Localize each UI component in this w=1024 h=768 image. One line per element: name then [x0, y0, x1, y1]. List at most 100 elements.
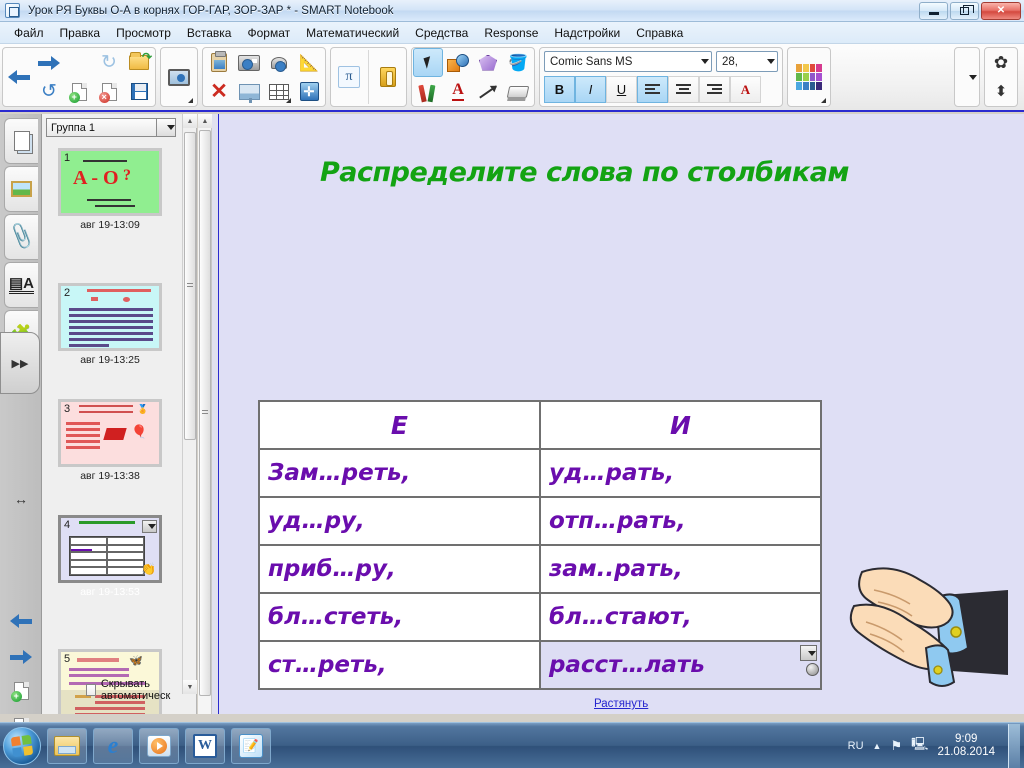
menu-insert[interactable]: Вставка: [179, 24, 240, 42]
menu-view[interactable]: Просмотр: [108, 24, 179, 42]
rail-add-page-button[interactable]: +: [6, 676, 36, 706]
flag-icon[interactable]: ⚑: [890, 738, 902, 754]
menu-format[interactable]: Формат: [239, 24, 298, 42]
eraser-tool-button[interactable]: [503, 77, 533, 106]
page-thumbnail-2[interactable]: 2 авг 19-13:25: [58, 283, 162, 366]
stretch-link[interactable]: Растянуть: [594, 698, 648, 710]
group-select-chevron[interactable]: [156, 119, 175, 136]
next-page-button[interactable]: [6, 642, 36, 672]
page-thumbnail-3[interactable]: 3 🏅 🎈 авг 19-13:38: [58, 399, 162, 482]
delete-button[interactable]: ✕: [204, 77, 234, 106]
page-thumbnail-1[interactable]: 1 A - O ? авг 19-13:09: [58, 148, 162, 231]
table-cell[interactable]: уд…рать,: [538, 448, 823, 498]
page-menu-button[interactable]: [142, 520, 157, 533]
font-name-select[interactable]: Comic Sans MS: [544, 51, 712, 72]
polygon-tool-button[interactable]: [473, 48, 503, 77]
table-cell-selected[interactable]: расст…лать: [538, 640, 823, 690]
show-desktop-button[interactable]: [1008, 723, 1020, 768]
pens-tool-button[interactable]: [413, 77, 443, 106]
fill-tool-button[interactable]: 🪣: [503, 48, 533, 77]
measurement-tools-button[interactable]: 📐: [294, 48, 324, 77]
resize-panel-button[interactable]: ↔: [6, 484, 36, 514]
camera-button[interactable]: [234, 48, 264, 77]
clapping-hands-clipart[interactable]: [848, 560, 1008, 700]
settings-button[interactable]: ✿: [986, 48, 1016, 77]
color-palette-button[interactable]: [789, 48, 829, 106]
close-button[interactable]: ✕: [981, 1, 1021, 20]
canvas-scrollbar[interactable]: ▲: [198, 114, 212, 714]
page-panel-scrollbar[interactable]: ▲ ▼: [182, 114, 197, 694]
back-button[interactable]: [4, 48, 34, 106]
menu-file[interactable]: Файл: [6, 24, 52, 42]
object-rotate-handle[interactable]: [806, 663, 819, 676]
scrollbar-thumb[interactable]: [199, 130, 211, 696]
open-file-button[interactable]: [124, 48, 154, 77]
sidebar-item-page-sorter[interactable]: [4, 118, 38, 164]
taskbar-smart-notebook[interactable]: 📝: [231, 727, 271, 764]
previous-page-button[interactable]: [6, 606, 36, 636]
sidebar-item-gallery[interactable]: [4, 166, 38, 212]
flyout-handle[interactable]: ▶▶: [0, 332, 40, 394]
bold-button[interactable]: B: [544, 76, 575, 103]
table-cell[interactable]: бл…стеть,: [258, 592, 541, 642]
group-select[interactable]: Группа 1: [46, 118, 176, 137]
page-thumbnail-4[interactable]: 4 👏 авг 19-13:53: [50, 511, 170, 605]
taskbar-internet-explorer[interactable]: e: [93, 727, 133, 764]
font-size-select[interactable]: 28,: [716, 51, 778, 72]
forward-button[interactable]: [34, 48, 64, 77]
move-toolbar-button[interactable]: ⬍: [986, 77, 1016, 106]
table-cell[interactable]: зам..рать,: [538, 544, 823, 594]
scroll-up-arrow[interactable]: ▲: [198, 114, 212, 128]
math-tool-button[interactable]: π: [332, 48, 366, 106]
insert-table-button[interactable]: [264, 77, 294, 106]
menu-tools[interactable]: Средства: [407, 24, 476, 42]
table-cell[interactable]: уд…ру,: [258, 496, 541, 546]
taskbar-file-explorer[interactable]: [47, 727, 87, 764]
scrollbar-thumb[interactable]: [184, 132, 196, 440]
cell-menu-button[interactable]: [800, 645, 817, 661]
gallery-item-button[interactable]: [371, 48, 405, 106]
line-tool-button[interactable]: [473, 77, 503, 106]
slide-title[interactable]: Распределите слова по столбикам: [320, 157, 849, 188]
scroll-up-arrow[interactable]: ▲: [183, 114, 197, 128]
restore-button[interactable]: [950, 1, 979, 20]
sidebar-item-attachments[interactable]: 📎: [4, 214, 38, 260]
sidebar-item-properties[interactable]: ▤A: [4, 262, 38, 308]
underline-button[interactable]: U: [606, 76, 637, 103]
screen-capture-button[interactable]: [162, 48, 196, 106]
taskbar-media-player[interactable]: [139, 727, 179, 764]
screen-shade-button[interactable]: [234, 77, 264, 106]
menu-help[interactable]: Справка: [628, 24, 691, 42]
taskbar-word[interactable]: W: [185, 727, 225, 764]
table-cell[interactable]: приб…ру,: [258, 544, 541, 594]
word-sorting-table[interactable]: Е И Зам…реть, уд…рать, уд…ру, отп…рать, …: [258, 400, 823, 690]
undo-button[interactable]: ↺: [34, 77, 64, 106]
italic-button[interactable]: I: [575, 76, 606, 103]
table-cell[interactable]: отп…рать,: [538, 496, 823, 546]
align-right-button[interactable]: [699, 76, 730, 103]
document-camera-button[interactable]: [264, 48, 294, 77]
paste-button[interactable]: [204, 48, 234, 77]
table-cell[interactable]: ст…реть,: [258, 640, 541, 690]
table-cell[interactable]: Зам…реть,: [258, 448, 541, 498]
redo-button[interactable]: ↻: [94, 48, 124, 77]
menu-addons[interactable]: Надстройки: [546, 24, 628, 42]
toolbar-more-button[interactable]: [956, 48, 978, 106]
start-button[interactable]: [3, 726, 41, 765]
save-button[interactable]: [124, 77, 154, 106]
text-color-button[interactable]: A: [730, 76, 761, 103]
minimize-button[interactable]: [919, 1, 948, 20]
language-indicator[interactable]: RU: [848, 740, 864, 752]
clock[interactable]: 9:09 21.08.2014: [937, 733, 995, 759]
menu-math[interactable]: Математический: [298, 24, 407, 42]
table-cell[interactable]: бл…стают,: [538, 592, 823, 642]
auto-hide-checkbox[interactable]: [86, 684, 96, 696]
network-icon[interactable]: 🖳: [911, 735, 928, 757]
align-center-button[interactable]: [668, 76, 699, 103]
select-tool-button[interactable]: [413, 48, 443, 77]
menu-edit[interactable]: Правка: [52, 24, 109, 42]
menu-response[interactable]: Response: [476, 24, 546, 42]
shapes-tool-button[interactable]: [443, 48, 473, 77]
delete-page-button[interactable]: ×: [94, 77, 124, 106]
show-hidden-icons-button[interactable]: ▲: [873, 741, 882, 751]
